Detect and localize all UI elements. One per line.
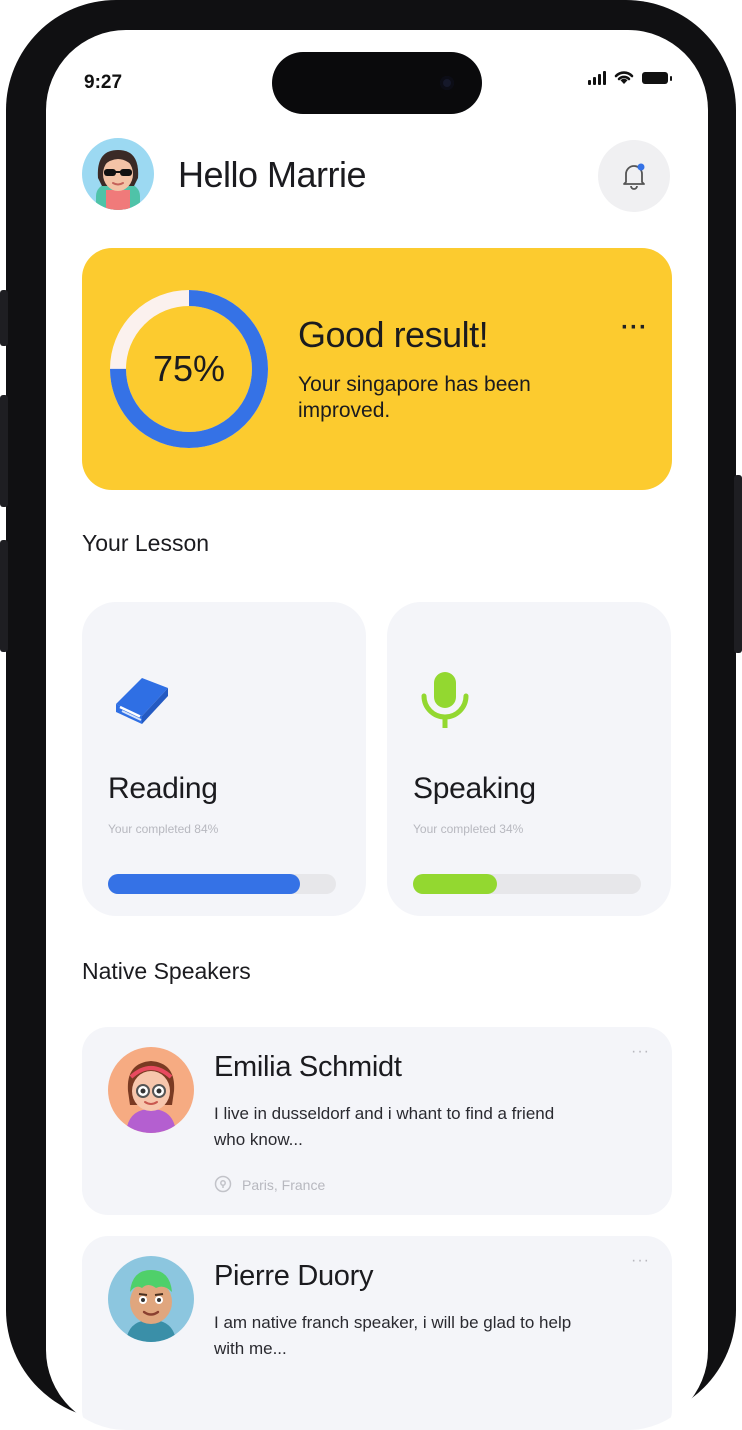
speaker-name: Pierre Duory: [214, 1260, 374, 1292]
status-icons: [588, 70, 672, 85]
signal-icon: [588, 70, 606, 85]
speaker-card[interactable]: Emilia Schmidt I live in dusseldorf and …: [82, 1027, 672, 1215]
section-title-lessons: Your Lesson: [82, 530, 210, 556]
phone-frame: 9:27 Hello Marrie 75% Good result! Your …: [0, 0, 742, 1430]
progress-percent: 75%: [152, 348, 226, 389]
speaker-name: Emilia Schmidt: [214, 1051, 402, 1083]
speaker-more-button[interactable]: ···: [631, 1043, 650, 1061]
status-time: 9:27: [84, 72, 123, 93]
speaker-bio: I live in dusseldorf and i whant to find…: [214, 1104, 555, 1149]
speaker-location-text: Paris, France: [242, 1177, 326, 1193]
lesson-progress-fill: [108, 874, 300, 894]
phone-side-button: [734, 475, 742, 653]
microphone-icon: [421, 672, 469, 728]
phone-side-button: [0, 540, 8, 652]
phone-side-button: [0, 395, 8, 507]
lesson-card-speaking[interactable]: Speaking Your completed 34%: [387, 602, 671, 916]
dynamic-island: [272, 52, 482, 114]
book-icon: [116, 678, 168, 724]
speaker-avatar: [108, 1047, 194, 1133]
section-title-speakers: Native Speakers: [82, 958, 251, 984]
lesson-progress-track: [413, 874, 641, 894]
speaker-more-button[interactable]: ···: [631, 1252, 650, 1270]
app-screen: 9:27 Hello Marrie 75% Good result! Your …: [46, 30, 708, 1430]
bell-icon: [623, 163, 645, 190]
lesson-card-reading[interactable]: Reading Your completed 84%: [82, 602, 366, 916]
location-pin-icon: [214, 1175, 232, 1193]
more-options-button[interactable]: ···: [621, 314, 648, 342]
phone-side-button: [0, 290, 8, 346]
result-description: Your singapore has been improved.: [298, 373, 531, 422]
speaker-location: Paris, France: [214, 1175, 325, 1195]
lesson-completion: Your completed 84%: [108, 822, 219, 836]
lesson-name: Speaking: [413, 772, 536, 805]
lesson-completion: Your completed 34%: [413, 822, 524, 836]
speaker-card[interactable]: Pierre Duory I am native franch speaker,…: [82, 1236, 672, 1430]
result-card[interactable]: 75% Good result! Your singapore has been…: [82, 248, 672, 490]
lesson-progress-fill: [413, 874, 498, 894]
user-avatar[interactable]: [82, 138, 154, 210]
lesson-progress-track: [108, 874, 336, 894]
wifi-icon: [614, 71, 634, 84]
result-title: Good result!: [298, 314, 489, 355]
speaker-avatar: [108, 1256, 194, 1342]
greeting-title: Hello Marrie: [178, 154, 367, 195]
battery-icon: [642, 71, 672, 84]
lesson-name: Reading: [108, 772, 218, 805]
speaker-bio: I am native franch speaker, i will be gl…: [214, 1313, 572, 1358]
notification-button[interactable]: [598, 140, 670, 212]
